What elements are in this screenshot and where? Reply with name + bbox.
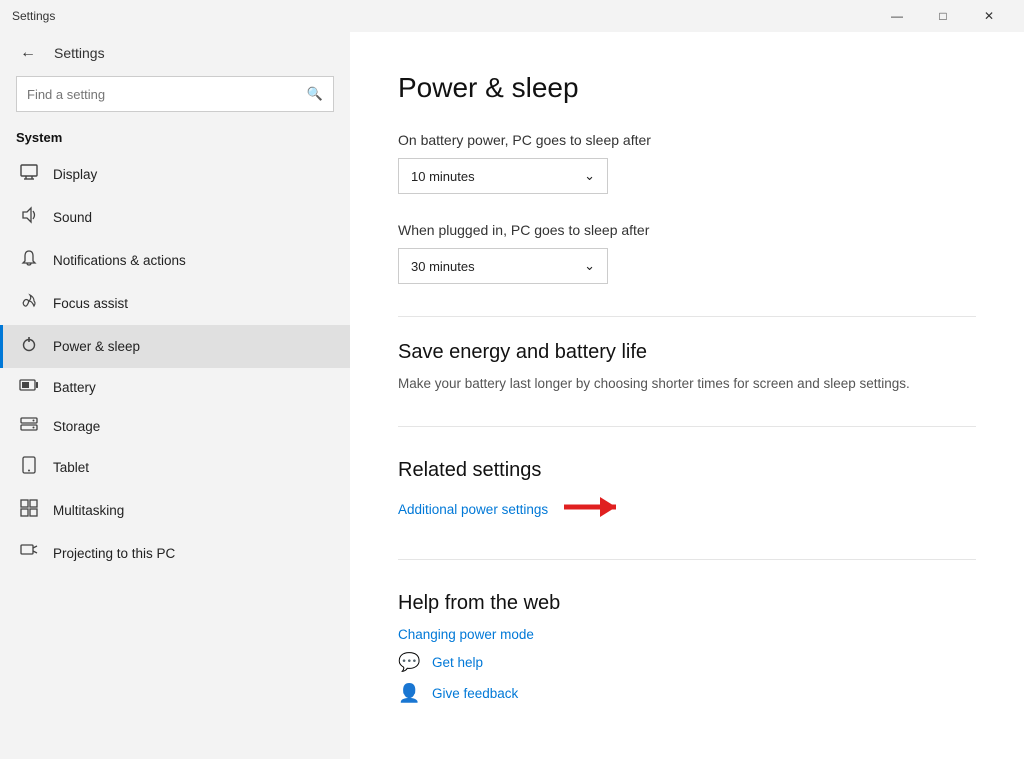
maximize-button[interactable]: □ — [920, 0, 966, 32]
related-settings-section: Related settings Additional power settin… — [398, 459, 976, 527]
projecting-label: Projecting to this PC — [53, 546, 175, 561]
sidebar-item-storage[interactable]: Storage — [0, 407, 350, 446]
help-section: Help from the web Changing power mode 💬 … — [398, 592, 976, 704]
back-icon: ← — [20, 44, 36, 62]
projecting-icon — [19, 542, 39, 565]
give-feedback-row[interactable]: 👤 Give feedback — [398, 683, 976, 704]
sidebar-item-notifications[interactable]: Notifications & actions — [0, 239, 350, 282]
sidebar-item-power[interactable]: Power & sleep — [0, 325, 350, 368]
window-controls: — □ ✕ — [874, 0, 1012, 32]
search-input[interactable] — [27, 87, 299, 102]
battery-sleep-value: 10 minutes — [411, 169, 475, 184]
main-content: Power & sleep On battery power, PC goes … — [350, 32, 1024, 759]
power-icon — [19, 335, 39, 358]
save-energy-heading: Save energy and battery life — [398, 341, 976, 364]
search-box[interactable]: 🔍 — [16, 76, 334, 112]
plugged-sleep-value: 30 minutes — [411, 259, 475, 274]
sidebar-item-battery[interactable]: Battery — [0, 368, 350, 407]
changing-power-link[interactable]: Changing power mode — [398, 627, 534, 642]
power-label: Power & sleep — [53, 339, 140, 354]
red-arrow-icon — [560, 492, 620, 527]
changing-power-row[interactable]: Changing power mode — [398, 627, 976, 642]
get-help-icon: 💬 — [398, 652, 420, 673]
additional-power-link[interactable]: Additional power settings — [398, 502, 548, 517]
give-feedback-link[interactable]: Give feedback — [432, 686, 518, 701]
battery-sleep-chevron: ⌄ — [584, 168, 595, 184]
related-settings-heading: Related settings — [398, 459, 976, 482]
divider-1 — [398, 316, 976, 317]
page-title: Power & sleep — [398, 72, 976, 104]
battery-label: Battery — [53, 380, 96, 395]
additional-power-row: Additional power settings — [398, 492, 976, 527]
search-icon: 🔍 — [307, 86, 323, 102]
notifications-icon — [19, 249, 39, 272]
multitasking-label: Multitasking — [53, 503, 124, 518]
search-box-container: 🔍 — [0, 72, 350, 124]
sidebar-top: ← Settings — [0, 32, 350, 72]
focus-label: Focus assist — [53, 296, 128, 311]
plugged-sleep-dropdown[interactable]: 30 minutes ⌄ — [398, 248, 608, 284]
minimize-button[interactable]: — — [874, 0, 920, 32]
focus-icon — [19, 292, 39, 315]
save-energy-desc: Make your battery last longer by choosin… — [398, 374, 976, 394]
plugged-sleep-label: When plugged in, PC goes to sleep after — [398, 222, 976, 238]
sidebar-item-focus[interactable]: Focus assist — [0, 282, 350, 325]
battery-sleep-label: On battery power, PC goes to sleep after — [398, 132, 976, 148]
sidebar-item-tablet[interactable]: Tablet — [0, 446, 350, 489]
tablet-icon — [19, 456, 39, 479]
get-help-row[interactable]: 💬 Get help — [398, 652, 976, 673]
close-button[interactable]: ✕ — [966, 0, 1012, 32]
sidebar: ← Settings 🔍 System Display — [0, 32, 350, 759]
save-energy-section: Save energy and battery life Make your b… — [398, 341, 976, 394]
plugged-sleep-chevron: ⌄ — [584, 258, 595, 274]
app-title: Settings — [12, 9, 874, 23]
display-label: Display — [53, 167, 97, 182]
sidebar-app-title: Settings — [54, 45, 105, 61]
tablet-label: Tablet — [53, 460, 89, 475]
battery-sleep-section: On battery power, PC goes to sleep after… — [398, 132, 976, 284]
titlebar: Settings — □ ✕ — [0, 0, 1024, 32]
notifications-label: Notifications & actions — [53, 253, 186, 268]
sidebar-item-multitasking[interactable]: Multitasking — [0, 489, 350, 532]
back-button[interactable]: ← — [16, 42, 40, 64]
sidebar-item-sound[interactable]: Sound — [0, 196, 350, 239]
storage-label: Storage — [53, 419, 100, 434]
divider-3 — [398, 559, 976, 560]
get-help-link[interactable]: Get help — [432, 655, 483, 670]
battery-icon — [19, 378, 39, 397]
battery-sleep-dropdown[interactable]: 10 minutes ⌄ — [398, 158, 608, 194]
divider-2 — [398, 426, 976, 427]
give-feedback-icon: 👤 — [398, 683, 420, 704]
sidebar-item-display[interactable]: Display — [0, 153, 350, 196]
multitasking-icon — [19, 499, 39, 522]
sound-label: Sound — [53, 210, 92, 225]
system-section-label: System — [0, 124, 350, 153]
app-container: ← Settings 🔍 System Display — [0, 32, 1024, 759]
storage-icon — [19, 417, 39, 436]
sound-icon — [19, 206, 39, 229]
help-heading: Help from the web — [398, 592, 976, 615]
sidebar-item-projecting[interactable]: Projecting to this PC — [0, 532, 350, 575]
display-icon — [19, 163, 39, 186]
